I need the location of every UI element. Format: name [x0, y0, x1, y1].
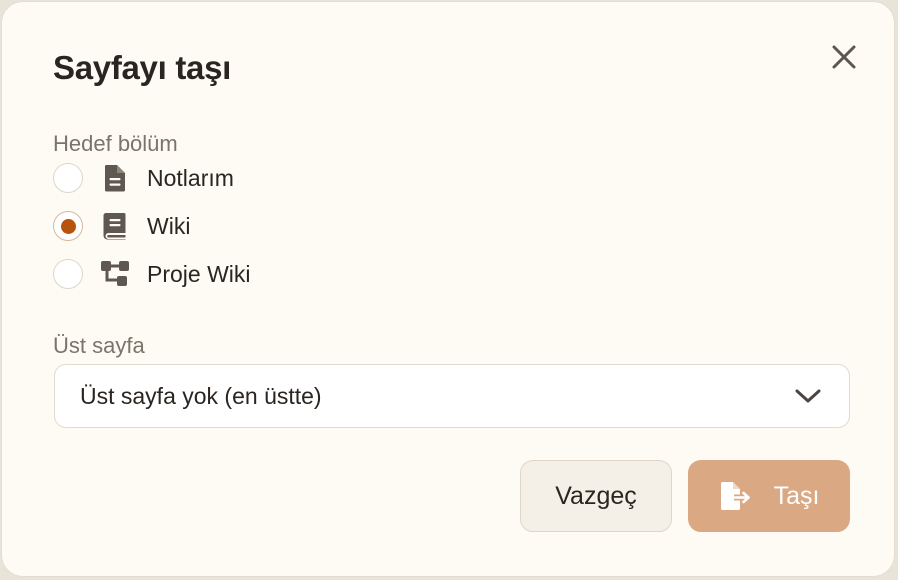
parent-page-select[interactable]: Üst sayfa yok (en üstte): [54, 364, 850, 428]
book-icon: [100, 211, 130, 241]
radio-option-notlarim[interactable]: Notlarım: [53, 161, 234, 195]
document-icon: [100, 163, 130, 193]
radio-option-proje-wiki[interactable]: Proje Wiki: [53, 257, 251, 291]
radio-button[interactable]: [53, 163, 83, 193]
target-section-label: Hedef bölüm: [53, 131, 178, 156]
parent-page-label: Üst sayfa: [53, 333, 145, 358]
radio-button[interactable]: [53, 259, 83, 289]
chevron-down-icon: [795, 389, 821, 403]
file-export-icon: [719, 479, 753, 513]
radio-label: Wiki: [147, 212, 191, 239]
move-button-label: Taşı: [773, 481, 820, 510]
parent-page-selected-value: Üst sayfa yok (en üstte): [80, 382, 322, 409]
move-button[interactable]: Taşı: [688, 460, 850, 532]
radio-label: Notlarım: [147, 164, 234, 191]
close-button[interactable]: [824, 37, 864, 77]
dialog-title: Sayfayı taşı: [53, 49, 232, 86]
radio-dot: [60, 218, 76, 234]
move-page-dialog: Sayfayı taşı Hedef bölüm Notlarım Wiki P…: [1, 1, 895, 577]
hierarchy-icon: [100, 259, 130, 289]
radio-button-checked[interactable]: [53, 211, 83, 241]
radio-option-wiki[interactable]: Wiki: [53, 209, 190, 243]
cancel-button[interactable]: Vazgeç: [520, 460, 672, 532]
close-icon: [832, 45, 856, 69]
radio-label: Proje Wiki: [147, 260, 251, 287]
